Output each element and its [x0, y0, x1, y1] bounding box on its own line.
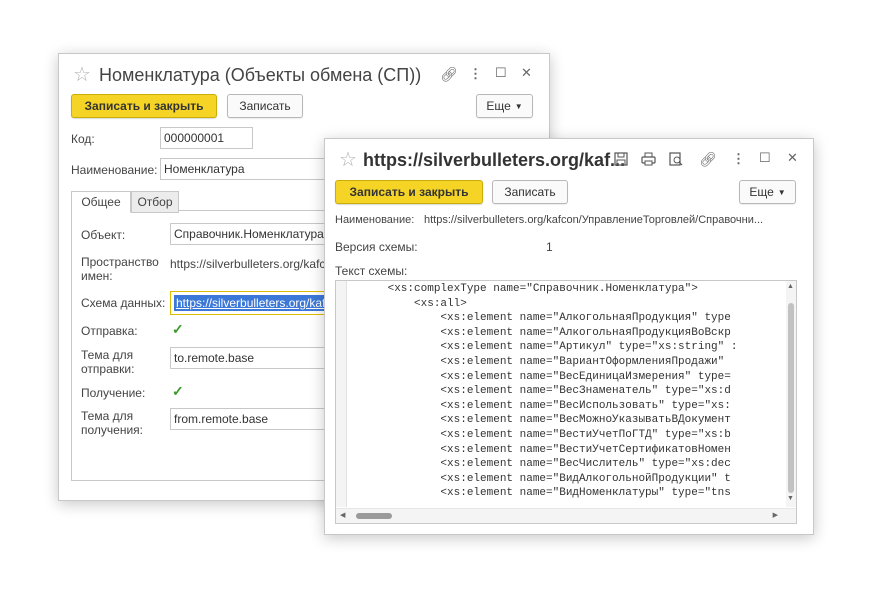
chevron-down-icon: ▼ [777, 187, 786, 197]
more-button[interactable]: Еще ▼ [476, 94, 533, 118]
receive-checkbox[interactable]: ✓ [172, 384, 185, 398]
schema-text-label: Текст схемы: [335, 264, 408, 278]
close-icon[interactable]: ✕ [787, 151, 798, 165]
code-line: <xs:element name="ВесИспользовать" type=… [348, 399, 731, 412]
scroll-down-icon[interactable]: ▼ [787, 495, 794, 502]
schema-label: Схема данных: [81, 296, 166, 310]
code-line: <xs:all> [348, 297, 467, 310]
chevron-down-icon: ▼ [514, 101, 523, 111]
code-line: <xs:element name="ВестиУчетСертификатовН… [348, 443, 731, 456]
link-icon[interactable]: 🔗︎ [699, 152, 717, 166]
code-line: <xs:element name="ВариантОформленияПрода… [348, 356, 725, 368]
code-line: <xs:element name="Артикул" type="xs:stri… [348, 341, 738, 354]
namespace-label-line2: имен: [81, 269, 113, 283]
star-icon[interactable]: ☆ [339, 150, 357, 170]
close-icon[interactable]: ✕ [521, 66, 532, 80]
window-title: Номенклатура (Объекты обмена (СП)) [99, 65, 422, 85]
code-gutter [336, 281, 347, 507]
code-line: <xs:element name="ВидНоменклатуры" type=… [348, 487, 731, 500]
namespace-label-line1: Пространство [81, 255, 159, 269]
star-icon[interactable]: ☆ [73, 65, 91, 85]
version-label: Версия схемы: [335, 240, 418, 254]
more-button-label: Еще [749, 185, 774, 199]
code-line: <xs:element name="ВесЕдиницаИзмерения" t… [348, 370, 731, 383]
tab-general[interactable]: Общее [71, 191, 131, 213]
more-vert-icon[interactable]: ⋮ [732, 152, 745, 166]
save-and-close-button[interactable]: Записать и закрыть [335, 180, 483, 204]
save-icon[interactable] [614, 152, 628, 166]
print-icon[interactable] [641, 152, 656, 166]
code-line: <xs:element name="ВидАлкогольнойПродукци… [348, 472, 731, 485]
schema-text-area[interactable]: <xs:complexType name="Справочник.Номенкл… [335, 280, 797, 524]
object-label: Объект: [81, 228, 126, 242]
schema-window: ☆ https://silverbulleters.org/kaf... 🔗︎ … [324, 138, 814, 535]
more-button[interactable]: Еще ▼ [739, 180, 796, 204]
scroll-right-icon[interactable]: ▶ [773, 511, 778, 519]
send-topic-label-line2: отправки: [81, 362, 135, 376]
namespace-value: https://silverbulleters.org/kafcon/Управ… [170, 257, 324, 271]
horizontal-scrollbar[interactable]: ◀ ▶ [336, 508, 796, 523]
code-label: Код: [71, 132, 95, 146]
maximize-icon[interactable]: ☐ [759, 151, 771, 165]
send-label: Отправка: [81, 324, 138, 338]
vertical-scrollbar[interactable]: ▲ ▼ [786, 281, 796, 507]
schema-link[interactable]: https://silverbulleters.org/kafcon [174, 295, 347, 311]
tab-frame-left [71, 210, 72, 480]
code-line: <xs:element name="ВестиУчетПоГТД" type="… [348, 429, 731, 441]
code-line: <xs:element name="ВесМожноУказыватьВДоку… [348, 414, 731, 427]
window-title: https://silverbulleters.org/kaf... [363, 150, 626, 170]
maximize-icon[interactable]: ☐ [495, 66, 507, 80]
send-checkbox[interactable]: ✓ [172, 322, 185, 336]
version-value: 1 [546, 240, 553, 254]
preview-icon[interactable] [669, 152, 683, 166]
receive-topic-label-line1: Тема для [81, 409, 134, 423]
tab-filter[interactable]: Отбор [131, 191, 179, 213]
code-line: <xs:element name="ВесЧислитель" type="xs… [348, 458, 731, 471]
save-button[interactable]: Записать [492, 180, 568, 204]
name-label: Наименование: [71, 163, 158, 177]
code-line: <xs:complexType name="Справочник.Номенкл… [348, 283, 698, 295]
code-line: <xs:element name="ВесЗнаменатель" type="… [348, 385, 731, 398]
link-icon[interactable]: 🔗︎ [440, 67, 458, 81]
name-label: Наименование: [335, 214, 415, 226]
send-topic-label-line1: Тема для [81, 348, 134, 362]
save-button[interactable]: Записать [227, 94, 303, 118]
more-button-label: Еще [486, 99, 511, 113]
scroll-left-icon[interactable]: ◀ [340, 511, 345, 519]
name-value: https://silverbulleters.org/kafcon/Управ… [424, 214, 764, 226]
code-field[interactable]: 000000001 [160, 127, 253, 149]
receive-topic-label-line2: получения: [81, 423, 143, 437]
scroll-up-icon[interactable]: ▲ [787, 283, 794, 290]
code-line: <xs:element name="АлкогольнаяПродукция" … [348, 312, 731, 325]
receive-label: Получение: [81, 386, 146, 400]
horizontal-scroll-thumb[interactable] [356, 513, 392, 519]
code-line: <xs:element name="АлкогольнаяПродукцияВо… [348, 326, 731, 339]
vertical-scroll-thumb[interactable] [788, 303, 794, 493]
more-vert-icon[interactable]: ⋮ [469, 67, 482, 81]
save-and-close-button[interactable]: Записать и закрыть [71, 94, 217, 118]
